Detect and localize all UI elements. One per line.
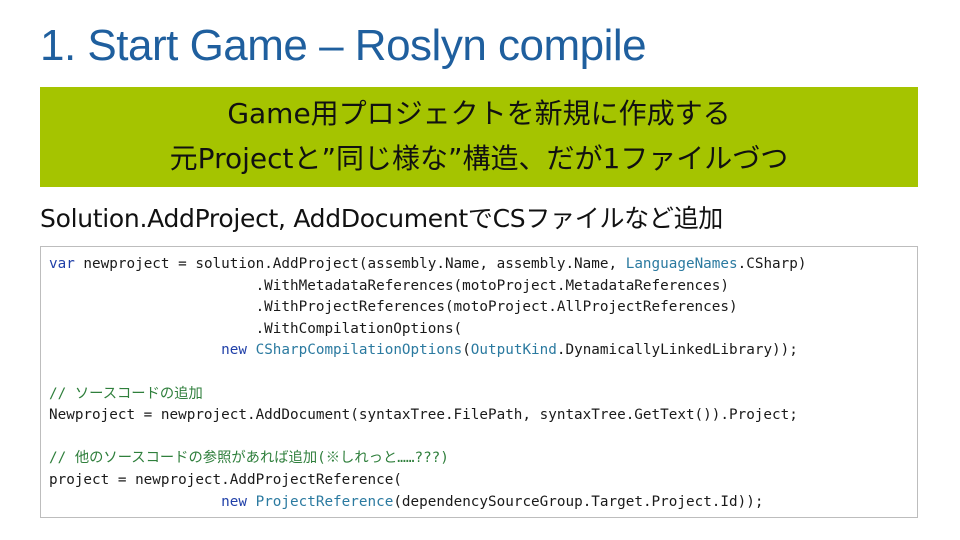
code-type-name: ProjectReference [255, 493, 394, 510]
code-text: .WithMetadataReferences(motoProject.Meta… [49, 277, 729, 294]
code-keyword: new [221, 493, 247, 510]
banner-line-1: Game用プロジェクトを新規に作成する [227, 97, 731, 130]
code-type-name: CSharpCompilationOptions [255, 342, 463, 359]
banner-line-2: 元Projectと”同じ様な”構造、だが1ファイルづつ [169, 142, 789, 175]
code-text: newproject = solution.AddProject(assembl… [74, 256, 626, 272]
code-text: ( [462, 342, 471, 359]
code-text: .CSharp) [737, 256, 807, 272]
slide-title: 1. Start Game – Roslyn compile [40, 21, 647, 70]
code-line: Newproject = newproject.AddDocument(synt… [49, 405, 917, 427]
code-type-name: LanguageNames [625, 256, 738, 272]
code-line: .WithProjectReferences(motoProject.AllPr… [49, 297, 917, 319]
code-keyword: new [221, 342, 247, 359]
code-line: // ソースコードの追加 [49, 384, 917, 406]
code-line: new ProjectReference(dependencySourceGro… [49, 492, 917, 514]
code-line: .WithMetadataReferences(motoProject.Meta… [49, 276, 917, 298]
code-line: var newproject = solution.AddProject(ass… [49, 254, 917, 276]
code-text: (dependencySourceGroup.Target.Project.Id… [393, 493, 764, 510]
highlight-banner: Game用プロジェクトを新規に作成する 元Projectと”同じ様な”構造、だが… [40, 87, 918, 187]
code-text: .WithCompilationOptions( [49, 320, 463, 337]
code-keyword: var [49, 256, 75, 272]
code-text: .DynamicallyLinkedLibrary)); [556, 342, 798, 359]
code-comment: // ソースコードの追加 [49, 385, 203, 402]
code-text: .WithProjectReferences(motoProject.AllPr… [49, 299, 738, 316]
code-line: // 他のソースコードの参照があれば追加(※しれっと……???) [49, 448, 917, 470]
code-line: project = newproject.AddProjectReference… [49, 470, 917, 492]
code-line: .WithCompilationOptions( [49, 319, 917, 341]
code-text: Newproject = newproject.AddDocument(synt… [49, 407, 798, 424]
code-block: var newproject = solution.AddProject(ass… [40, 246, 918, 518]
code-text: project = newproject.AddProjectReference… [49, 471, 402, 488]
code-comment: // 他のソースコードの参照があれば追加(※しれっと……???) [49, 450, 449, 467]
slide-subtitle: Solution.AddProject, AddDocumentでCSファイルな… [40, 204, 723, 233]
code-line: new CSharpCompilationOptions(OutputKind.… [49, 340, 917, 362]
code-type-name: OutputKind [470, 342, 557, 359]
